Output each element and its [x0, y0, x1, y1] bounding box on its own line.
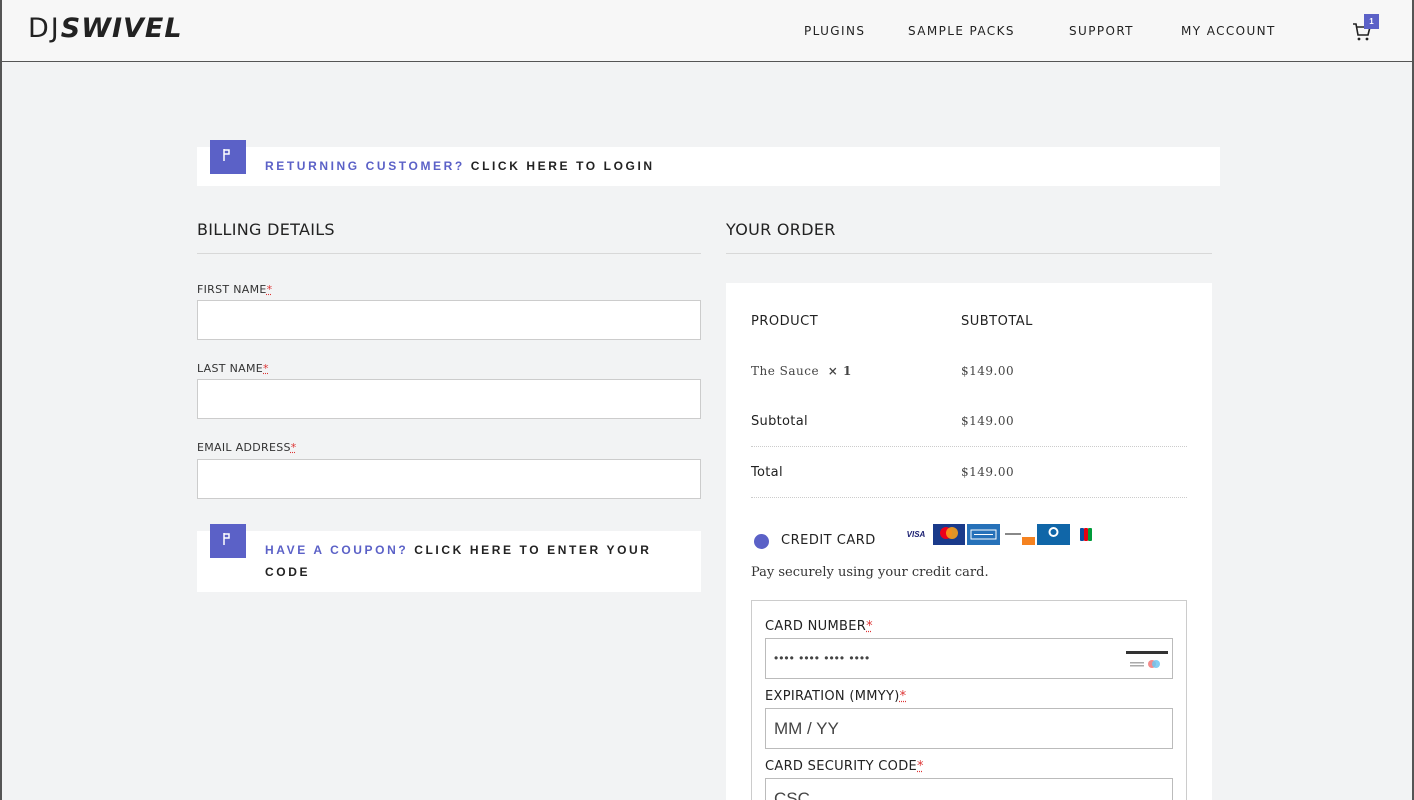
last-name-label: LAST NAME* — [197, 362, 269, 375]
item-qty: × 1 — [828, 364, 852, 378]
login-notice-text: RETURNING CUSTOMER? CLICK HERE TO LOGIN — [265, 155, 655, 177]
nav-sample-packs[interactable]: SAMPLE PACKS — [908, 24, 1015, 38]
logo-bold-text: SWIVEL — [61, 13, 183, 44]
payment-description: Pay securely using your credit card. — [751, 565, 989, 580]
nav-my-account[interactable]: MY ACCOUNT — [1181, 24, 1276, 38]
credit-card-form: CARD NUMBER* •••• •••• •••• •••• EXPIRAT… — [751, 600, 1187, 800]
subtotal-value: $149.00 — [961, 414, 1014, 428]
last-name-label-text: LAST NAME — [197, 362, 263, 375]
coupon-prompt: HAVE A COUPON? — [265, 543, 408, 557]
required-mark: * — [263, 362, 269, 375]
row-divider — [751, 497, 1187, 498]
email-label: EMAIL ADDRESS* — [197, 441, 297, 454]
order-title: YOUR ORDER — [726, 220, 836, 239]
first-name-label-text: FIRST NAME — [197, 283, 267, 296]
row-divider — [751, 446, 1187, 447]
order-item-name: The Sauce × 1 — [751, 364, 852, 378]
last-name-input[interactable] — [197, 379, 701, 419]
required-mark: * — [866, 619, 873, 634]
total-value: $149.00 — [961, 465, 1014, 479]
expiration-label-text: EXPIRATION (MMYY) — [765, 689, 900, 704]
site-header: DJSWIVEL PLUGINS SAMPLE PACKS SUPPORT MY… — [2, 0, 1412, 62]
cart-button[interactable]: 1 — [1352, 18, 1376, 42]
csc-input[interactable]: CSC — [765, 778, 1173, 800]
jcb-icon — [1075, 524, 1097, 545]
credit-card-radio[interactable] — [754, 534, 769, 549]
site-logo[interactable]: DJSWIVEL — [28, 14, 183, 44]
login-link[interactable]: CLICK HERE TO LOGIN — [471, 159, 655, 173]
required-mark: * — [917, 759, 924, 774]
col-subtotal-header: SUBTOTAL — [961, 314, 1033, 329]
email-input[interactable] — [197, 459, 701, 499]
csc-label: CARD SECURITY CODE* — [765, 759, 924, 774]
first-name-label: FIRST NAME* — [197, 283, 272, 296]
col-product-header: PRODUCT — [751, 314, 818, 329]
visa-icon: VISA — [901, 524, 931, 545]
required-mark: * — [267, 283, 273, 296]
coupon-notice-text: HAVE A COUPON? CLICK HERE TO ENTER YOUR … — [265, 539, 665, 583]
total-label: Total — [751, 465, 783, 480]
logo-light-text: DJ — [28, 13, 61, 44]
nav-support[interactable]: SUPPORT — [1069, 24, 1134, 38]
flag-icon — [210, 140, 246, 174]
cart-count-badge: 1 — [1364, 14, 1379, 29]
required-mark: * — [900, 689, 907, 704]
nav-plugins[interactable]: PLUGINS — [804, 24, 865, 38]
order-item-price: $149.00 — [961, 364, 1014, 378]
billing-divider — [197, 253, 701, 254]
expiration-input[interactable]: MM / YY — [765, 708, 1173, 749]
card-number-input[interactable]: •••• •••• •••• •••• — [765, 638, 1173, 679]
diners-icon — [1037, 524, 1070, 545]
discover-icon — [1002, 524, 1035, 545]
email-label-text: EMAIL ADDRESS — [197, 441, 291, 454]
card-generic-icon — [1126, 649, 1168, 671]
flag-icon — [210, 524, 246, 558]
subtotal-label: Subtotal — [751, 414, 808, 429]
amex-icon — [967, 524, 1000, 545]
required-mark: * — [291, 441, 297, 454]
login-notice: RETURNING CUSTOMER? CLICK HERE TO LOGIN — [197, 147, 1220, 186]
item-name-text: The Sauce — [751, 364, 819, 378]
credit-card-label[interactable]: CREDIT CARD — [781, 533, 876, 548]
csc-label-text: CARD SECURITY CODE — [765, 759, 917, 774]
mastercard-icon — [933, 524, 965, 545]
first-name-input[interactable] — [197, 300, 701, 340]
order-divider — [726, 253, 1212, 254]
expiration-label: EXPIRATION (MMYY)* — [765, 689, 906, 704]
login-prompt: RETURNING CUSTOMER? — [265, 159, 465, 173]
billing-title: BILLING DETAILS — [197, 220, 335, 239]
card-number-label: CARD NUMBER* — [765, 619, 873, 634]
card-brand-logos: VISA — [901, 524, 1111, 546]
card-number-label-text: CARD NUMBER — [765, 619, 866, 634]
coupon-notice: HAVE A COUPON? CLICK HERE TO ENTER YOUR … — [197, 531, 701, 592]
